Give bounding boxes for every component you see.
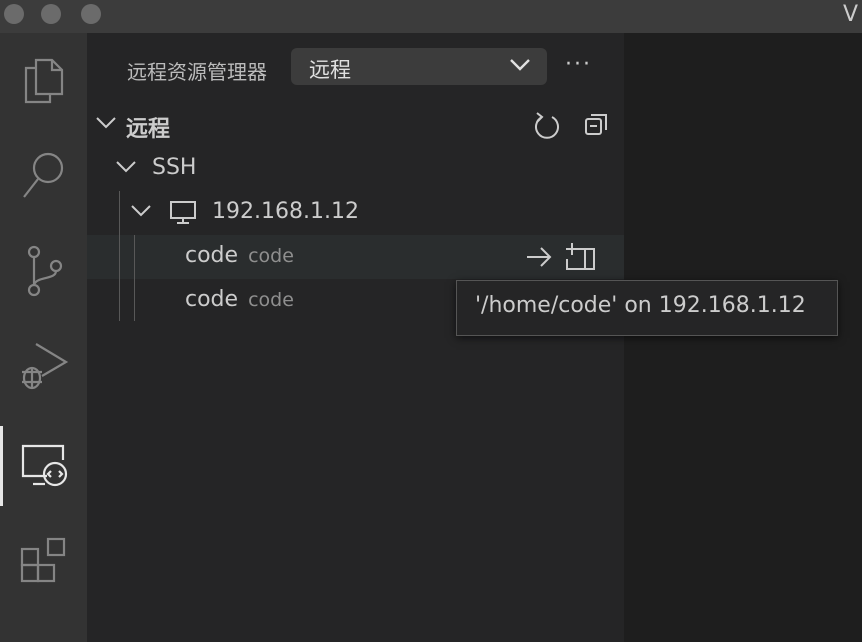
tooltip-text: '/home/code' on 192.168.1.12: [475, 293, 806, 318]
folder-name: code: [185, 243, 239, 268]
activity-extensions[interactable]: [0, 521, 87, 601]
tree-item-folder[interactable]: code code: [87, 235, 624, 279]
section-label: 远程: [126, 117, 171, 142]
search-icon: [22, 152, 63, 198]
open-in-new-window-icon[interactable]: [563, 241, 597, 271]
remote-type-value: 远程: [309, 58, 351, 82]
section-header-remote[interactable]: 远程: [87, 103, 624, 147]
activity-bar: [0, 33, 87, 642]
sidebar-header: 远程资源管理器 远程 ···: [87, 48, 624, 88]
editor-area: [624, 33, 862, 642]
minimize-window-button[interactable]: [41, 4, 61, 24]
activity-remote-explorer[interactable]: [0, 426, 87, 506]
window-title: V: [842, 2, 858, 27]
maximize-window-button[interactable]: [81, 4, 101, 24]
source-control-icon: [27, 245, 62, 297]
more-actions-button[interactable]: ···: [565, 52, 592, 77]
tooltip: '/home/code' on 192.168.1.12: [456, 280, 838, 336]
chevron-down-icon: [510, 59, 530, 71]
sidebar-title: 远程资源管理器: [127, 60, 267, 84]
indent-guide: [134, 235, 135, 321]
run-debug-icon: [21, 343, 68, 390]
activity-search[interactable]: [0, 136, 87, 216]
files-icon: [24, 58, 63, 104]
chevron-down-icon: [116, 161, 136, 173]
remote-type-select[interactable]: 远程: [291, 48, 547, 85]
refresh-icon[interactable]: [534, 111, 560, 139]
arrow-right-icon[interactable]: [525, 246, 553, 268]
activity-run-debug[interactable]: [0, 326, 87, 406]
activity-explorer[interactable]: [0, 41, 87, 121]
chevron-down-icon: [131, 205, 151, 217]
extensions-icon: [20, 537, 65, 583]
tree-item-label: code code: [185, 287, 294, 312]
tree-item-label: SSH: [152, 155, 197, 180]
remote-explorer-icon: [21, 444, 68, 487]
monitor-icon: [170, 201, 196, 224]
chevron-down-icon: [96, 117, 116, 129]
folder-name: code: [185, 287, 239, 312]
folder-description: code: [248, 289, 294, 311]
tree-item-host[interactable]: 192.168.1.12: [87, 191, 624, 235]
tree-item-label: 192.168.1.12: [212, 199, 359, 224]
close-window-button[interactable]: [4, 4, 24, 24]
folder-description: code: [248, 245, 294, 267]
activity-source-control[interactable]: [0, 231, 87, 311]
remote-explorer-sidebar: 远程资源管理器 远程 ··· 远程 SSH 192.168.1.12 code …: [87, 33, 624, 642]
collapse-all-icon[interactable]: [584, 112, 610, 138]
title-bar: V: [0, 0, 862, 33]
tree-item-ssh[interactable]: SSH: [87, 147, 624, 191]
tree-item-label: code code: [185, 243, 294, 268]
indent-guide: [119, 191, 120, 321]
